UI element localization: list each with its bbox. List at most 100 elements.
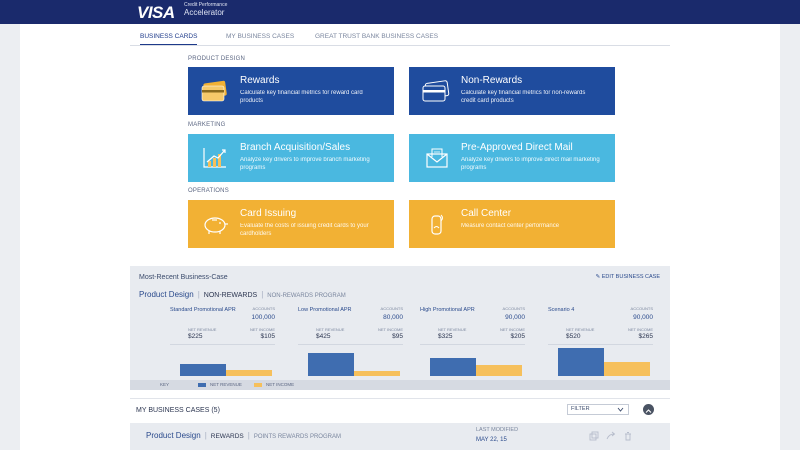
scenario-divider xyxy=(420,344,525,345)
net-income-bar xyxy=(354,371,400,376)
net-income-bar xyxy=(226,370,272,376)
card-call-center[interactable]: Call Center Measure contact center perfo… xyxy=(409,200,615,248)
accounts-value: 100,000 xyxy=(251,314,276,321)
accounts-label: ACCOUNTS xyxy=(380,306,403,311)
net-income-value: $265 xyxy=(638,333,653,340)
growth-chart-icon xyxy=(200,146,230,170)
recent-title: Most-Recent Business-Case xyxy=(139,274,228,281)
crumb-product-design[interactable]: Product Design xyxy=(146,431,201,440)
net-revenue-bar xyxy=(180,364,226,376)
crumb-program-name: NON-REWARDS PROGRAM xyxy=(267,293,346,299)
top-bar: VISA Credit Performance Accelerator xyxy=(0,0,800,24)
top-nav: BUSINESS CARDS MY BUSINESS CASES GREAT T… xyxy=(130,32,670,46)
crumb-separator: | xyxy=(247,431,250,440)
net-income-value: $95 xyxy=(392,333,403,340)
edit-label: EDIT BUSINESS CASE xyxy=(601,274,660,280)
scenario-name: Low Promotional APR xyxy=(298,307,352,313)
card-icon xyxy=(421,79,451,103)
tab-my-business-cases[interactable]: MY BUSINESS CASES xyxy=(226,33,294,40)
scenario-card[interactable]: High Promotional APR ACCOUNTS 90,000 NET RE… xyxy=(420,306,525,376)
chart-key: KEY NET REVENUE NET INCOME xyxy=(130,380,670,390)
revenue-key-label: NET REVENUE xyxy=(210,382,242,387)
net-revenue-label: NET REVENUE xyxy=(438,327,467,332)
net-income-label: NET INCOME xyxy=(627,327,653,332)
net-income-label: NET INCOME xyxy=(249,327,275,332)
filter-select[interactable]: FILTER xyxy=(567,404,629,415)
scenario-name: Scenario 4 xyxy=(548,307,575,313)
card-rewards[interactable]: Rewards Calculate key financial metrics … xyxy=(188,67,394,115)
income-swatch xyxy=(254,383,262,387)
crumb-program-type: NON-REWARDS xyxy=(203,292,258,299)
app-name-line2: Accelerator xyxy=(184,8,225,17)
copy-icon[interactable] xyxy=(589,431,599,441)
card-description: Calculate key financial metrics for rewa… xyxy=(240,90,363,104)
scenario-card[interactable]: Low Promotional APR ACCOUNTS 80,000 NET REV… xyxy=(298,306,403,376)
net-revenue-label: NET REVENUE xyxy=(566,327,595,332)
card-branch-acquisition[interactable]: Branch Acquisition/Sales Analyze key dri… xyxy=(188,134,394,182)
key-label: KEY xyxy=(160,382,170,387)
net-income-label: NET INCOME xyxy=(499,327,525,332)
recent-business-case: Most-Recent Business-Case ✎ EDIT BUSINES… xyxy=(130,266,670,390)
net-revenue-bar xyxy=(558,348,604,376)
accounts-label: ACCOUNTS xyxy=(502,306,525,311)
card-non-rewards[interactable]: Non-Rewards Calculate key financial metr… xyxy=(409,67,615,115)
scenario-divider xyxy=(548,344,653,345)
net-revenue-bar xyxy=(430,358,476,376)
my-business-cases-header: MY BUSINESS CASES (5) FILTER xyxy=(130,398,670,420)
crumb-product-design[interactable]: Product Design xyxy=(139,290,194,299)
last-modified-label: LAST MODIFIED xyxy=(476,427,519,433)
breadcrumb: Product Design | REWARDS | POINTS REWARDS PR… xyxy=(146,431,341,440)
net-revenue-value: $520 xyxy=(566,333,581,340)
collapse-button[interactable] xyxy=(643,404,654,415)
net-income-bar xyxy=(476,365,522,376)
accounts-value: 90,000 xyxy=(633,314,653,321)
crumb-separator: | xyxy=(197,290,200,299)
card-pre-approved-direct-mail[interactable]: Pre-Approved Direct Mail Analyze key dri… xyxy=(409,134,615,182)
app-name: Credit Performance Accelerator xyxy=(184,3,227,17)
edit-business-case-link[interactable]: ✎ EDIT BUSINESS CASE xyxy=(596,274,660,280)
crumb-separator: | xyxy=(204,431,207,440)
card-icon xyxy=(200,79,230,103)
net-revenue-bar xyxy=(308,353,354,376)
scenario-card[interactable]: Scenario 4 ACCOUNTS 90,000 NET REVENUE $520 N… xyxy=(548,306,653,376)
accounts-value: 80,000 xyxy=(383,314,403,321)
card-description: Evaluate the costs of issuing credit car… xyxy=(240,223,369,237)
card-title: Rewards xyxy=(240,75,280,86)
net-revenue-label: NET REVENUE xyxy=(316,327,345,332)
last-modified-value: MAY 22, 15 xyxy=(476,437,507,443)
trash-icon[interactable] xyxy=(623,431,633,441)
scenario-card[interactable]: Standard Promotional APR ACCOUNTS 100,000 N… xyxy=(170,306,275,376)
revenue-swatch xyxy=(198,383,206,387)
net-revenue-label: NET REVENUE xyxy=(188,327,217,332)
tab-great-trust-bank-cases[interactable]: GREAT TRUST BANK BUSINESS CASES xyxy=(315,33,438,40)
net-revenue-value: $425 xyxy=(316,333,331,340)
scenario-divider xyxy=(170,344,275,345)
card-card-issuing[interactable]: Card Issuing Evaluate the costs of issui… xyxy=(188,200,394,248)
accounts-label: ACCOUNTS xyxy=(630,306,653,311)
net-revenue-value: $325 xyxy=(438,333,453,340)
card-title: Call Center xyxy=(461,208,512,219)
filter-label: FILTER xyxy=(571,406,590,412)
visa-logo[interactable]: VISA xyxy=(137,3,175,23)
net-income-label: NET INCOME xyxy=(377,327,403,332)
accounts-value: 90,000 xyxy=(505,314,525,321)
scenario-divider xyxy=(298,344,403,345)
tab-business-cards[interactable]: BUSINESS CARDS xyxy=(140,33,198,45)
card-description: Analyze key drivers to improve branch ma… xyxy=(240,157,370,171)
share-icon[interactable] xyxy=(606,431,616,441)
phone-icon xyxy=(421,212,451,236)
scenario-name: High Promotional APR xyxy=(420,307,475,313)
crumb-program-name: POINTS REWARDS PROGRAM xyxy=(253,434,341,440)
chevron-down-icon xyxy=(617,407,624,412)
chevron-up-icon xyxy=(645,409,652,413)
mail-icon xyxy=(421,146,451,170)
card-description: Measure contact center performance xyxy=(461,223,560,229)
crumb-program-type: REWARDS xyxy=(210,433,244,440)
piggy-bank-icon xyxy=(200,212,230,236)
my-business-cases-title: MY BUSINESS CASES (5) xyxy=(136,407,220,414)
accounts-label: ACCOUNTS xyxy=(252,306,275,311)
section-label-operations: OPERATIONS xyxy=(188,188,229,194)
scenario-name: Standard Promotional APR xyxy=(170,307,236,313)
business-case-row[interactable]: Product Design | REWARDS | POINTS REWARDS PR… xyxy=(130,423,670,450)
breadcrumb: Product Design | NON-REWARDS | NON-REWARDS P… xyxy=(139,290,346,299)
